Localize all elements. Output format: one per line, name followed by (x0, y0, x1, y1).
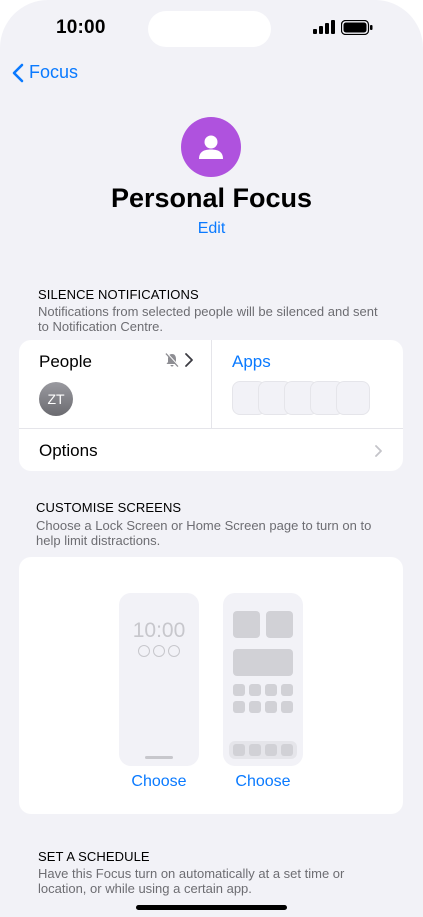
home-dock (229, 741, 297, 759)
widget-circle (168, 645, 180, 657)
silence-notifications-header: SILENCE NOTIFICATIONS (38, 287, 199, 302)
home-widget (233, 649, 293, 676)
back-label: Focus (29, 62, 79, 82)
people-label: People (39, 352, 92, 371)
focus-person-icon (181, 117, 241, 177)
widget-circle (153, 645, 165, 657)
silence-notifications-description: Notifications from selected people will … (38, 304, 378, 334)
chevron-right-icon (185, 353, 193, 367)
person-icon (199, 135, 223, 159)
set-schedule-description: Have this Focus turn on automatically at… (38, 866, 345, 896)
page-title: Personal Focus (110, 183, 313, 213)
home-indicator[interactable] (136, 905, 287, 910)
battery-icon (341, 20, 373, 35)
home-app (265, 701, 277, 713)
edit-button[interactable]: Edit (0, 220, 423, 238)
cellular-signal-icon (313, 20, 335, 34)
dock-app (281, 744, 293, 756)
app-slot (336, 381, 370, 415)
home-screen-preview[interactable] (223, 593, 303, 766)
customise-screens-header: CUSTOMISE SCREENS (36, 500, 182, 515)
people-cell[interactable]: People ZT (19, 340, 212, 428)
set-schedule-header: SET A SCHEDULE (38, 849, 150, 864)
apps-button[interactable]: Apps (232, 352, 271, 372)
bell-slash-icon (165, 352, 180, 368)
avatar: ZT (39, 382, 73, 416)
customise-screens-card: 10:00 Choose Choose (19, 557, 403, 814)
lock-screen-time: 10:00 (132, 619, 186, 642)
app-slot-placeholders (232, 381, 370, 415)
home-app (233, 684, 245, 696)
lock-screen-preview[interactable]: 10:00 (119, 593, 199, 766)
options-row[interactable]: Options (39, 441, 98, 461)
home-app (249, 701, 261, 713)
dynamic-island (148, 11, 271, 47)
phone-screen: 10:00 Focus Personal Focus Edit SILENCE … (0, 0, 423, 917)
lock-home-bar (145, 756, 173, 759)
home-app (249, 684, 261, 696)
status-time: 10:00 (56, 17, 106, 38)
lock-screen-widgets (138, 645, 183, 657)
back-button[interactable]: Focus (12, 62, 78, 83)
choose-home-screen-button[interactable]: Choose (213, 773, 313, 791)
chevron-right-icon (375, 445, 382, 457)
home-widget (266, 611, 293, 638)
chevron-left-icon (12, 63, 24, 82)
home-app (281, 701, 293, 713)
dock-app (249, 744, 261, 756)
home-widget (233, 611, 260, 638)
dock-app (233, 744, 245, 756)
widget-circle (138, 645, 150, 657)
divider (19, 428, 403, 429)
silence-notifications-card: People ZT Apps Options (19, 340, 403, 471)
choose-lock-screen-button[interactable]: Choose (109, 773, 209, 791)
status-bar: 10:00 (0, 0, 423, 60)
home-app (265, 684, 277, 696)
home-app (233, 701, 245, 713)
customise-screens-description: Choose a Lock Screen or Home Screen page… (36, 518, 372, 548)
home-app (281, 684, 293, 696)
dock-app (265, 744, 277, 756)
